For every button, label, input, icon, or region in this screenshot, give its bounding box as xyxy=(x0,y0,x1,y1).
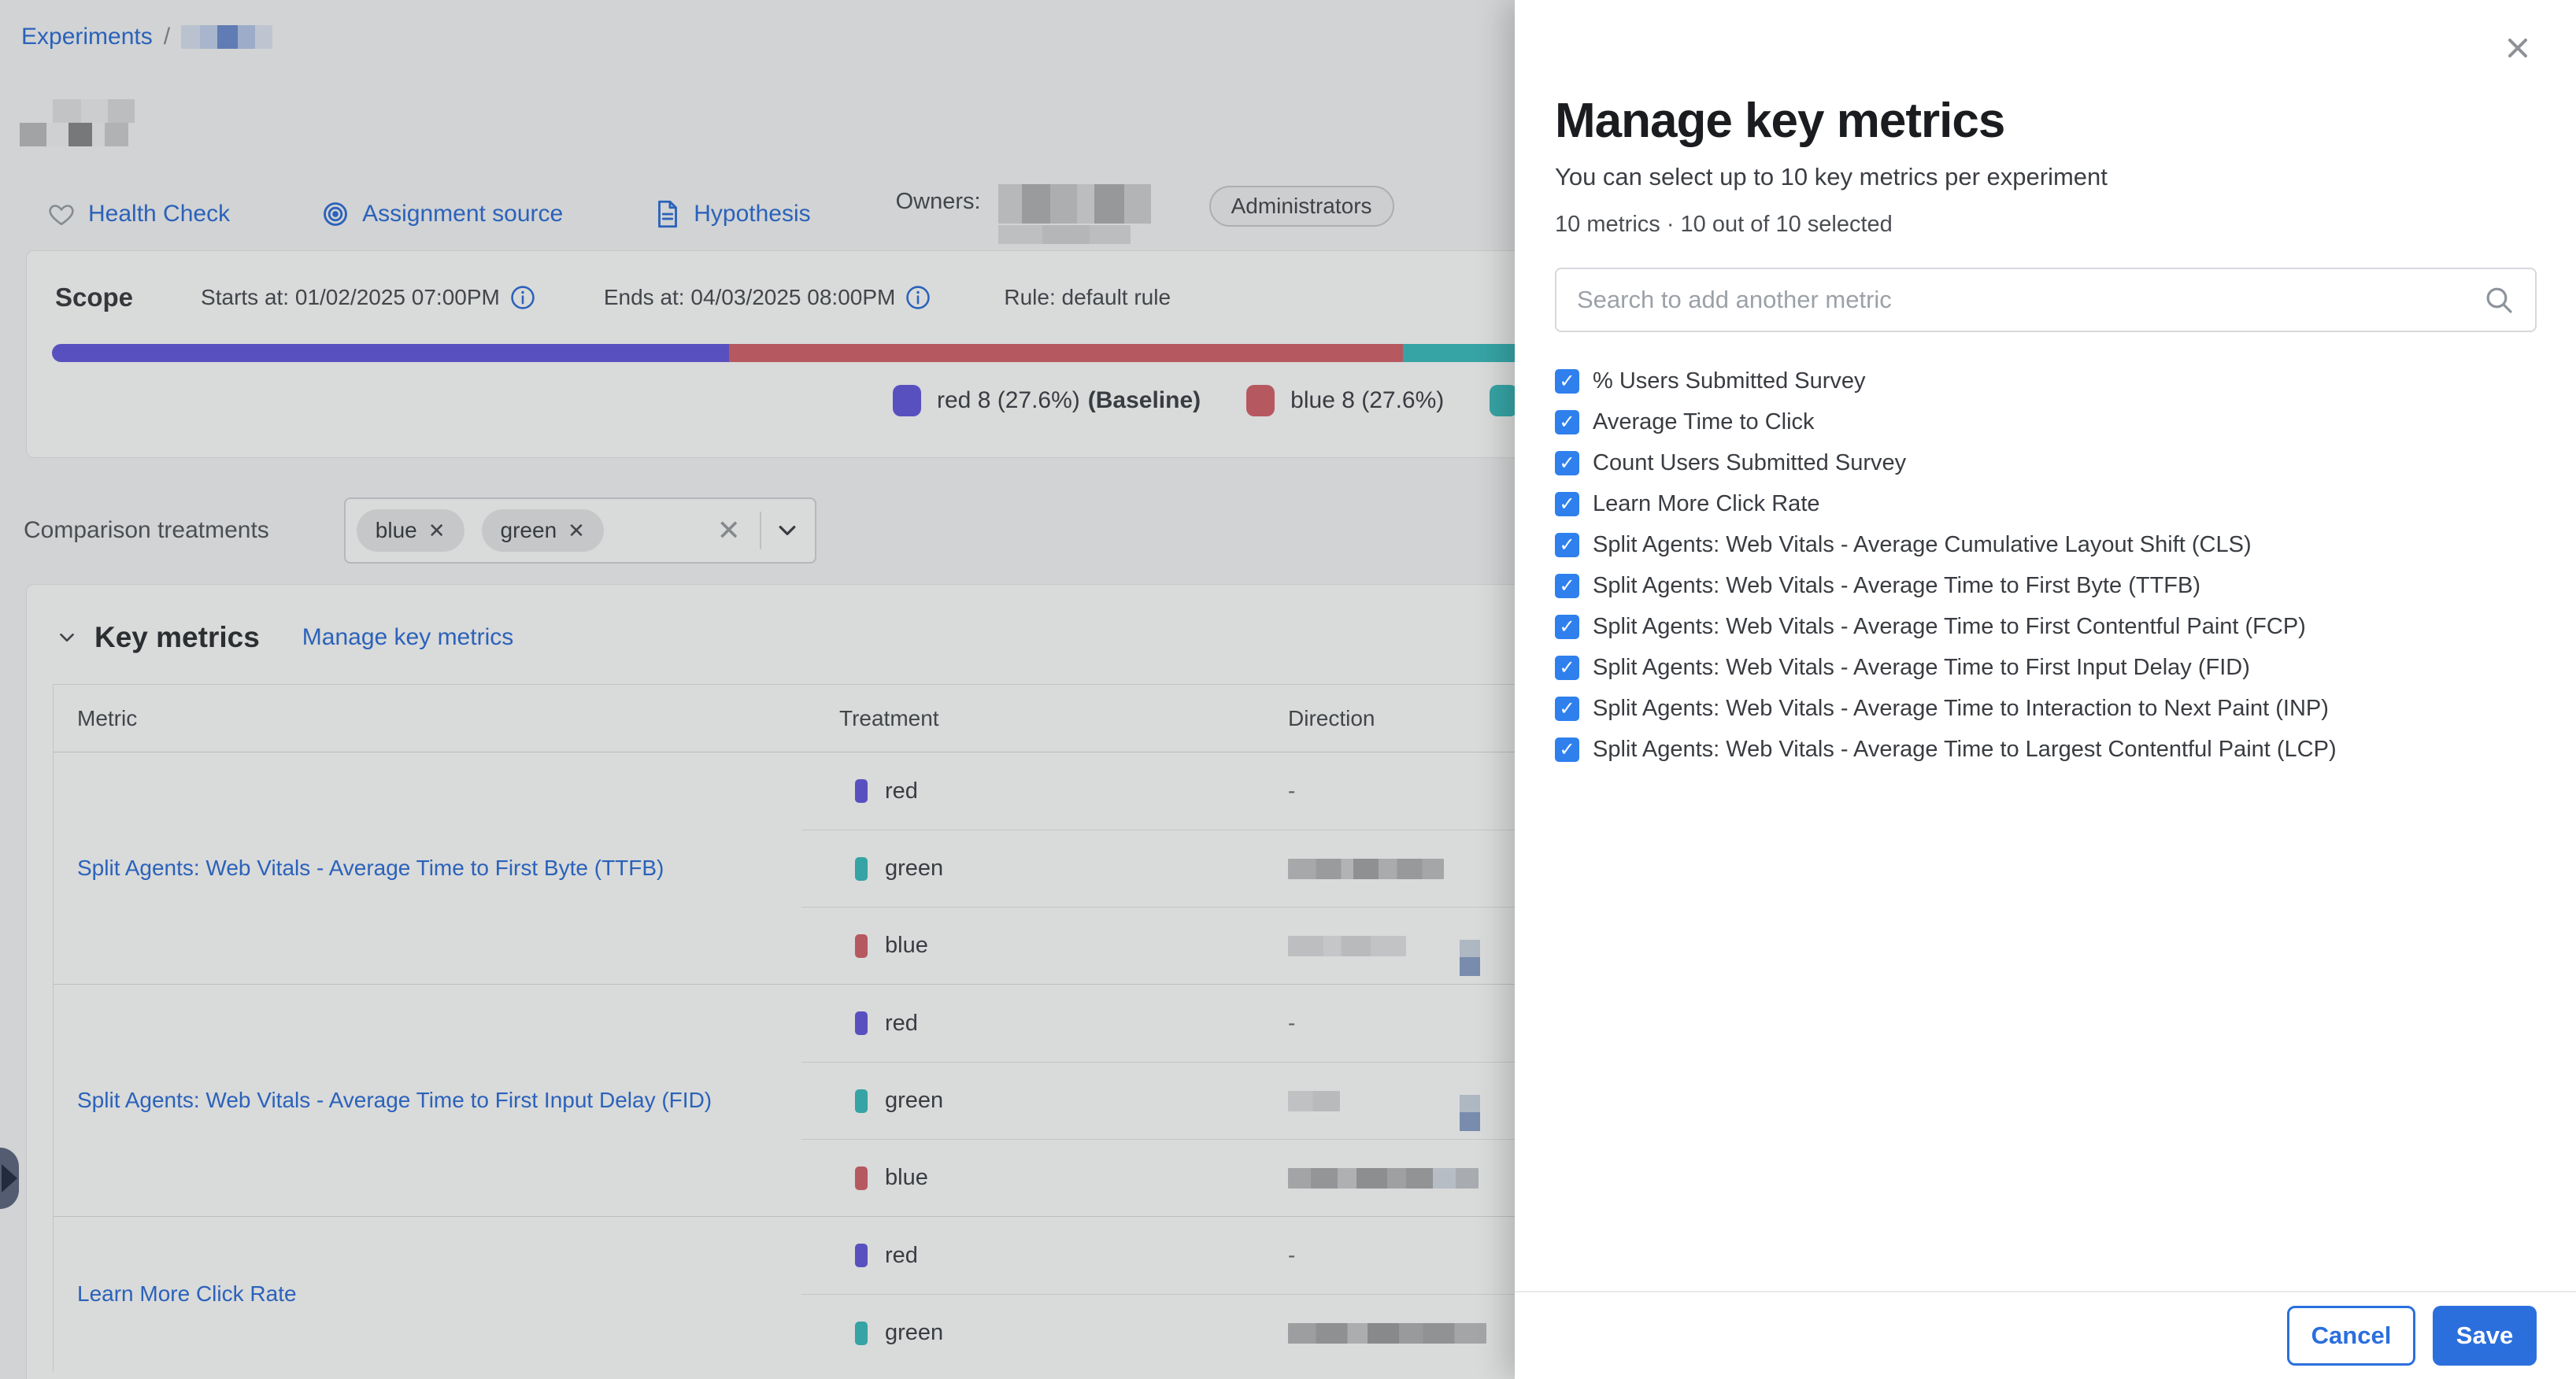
checkbox-checked[interactable]: ✓ xyxy=(1555,369,1579,394)
cancel-button[interactable]: Cancel xyxy=(2287,1306,2415,1366)
panel-title: Manage key metrics xyxy=(1555,93,2537,149)
panel-subtitle: You can select up to 10 key metrics per … xyxy=(1555,163,2537,191)
metric-option[interactable]: ✓% Users Submitted Survey xyxy=(1555,360,2537,401)
checkbox-checked[interactable]: ✓ xyxy=(1555,492,1579,516)
metric-option[interactable]: ✓Split Agents: Web Vitals - Average Time… xyxy=(1555,565,2537,606)
metric-option[interactable]: ✓Learn More Click Rate xyxy=(1555,483,2537,524)
checkbox-checked[interactable]: ✓ xyxy=(1555,533,1579,557)
metric-option[interactable]: ✓Split Agents: Web Vitals - Average Time… xyxy=(1555,647,2537,688)
checkbox-checked[interactable]: ✓ xyxy=(1555,656,1579,680)
panel-footer: Cancel Save xyxy=(1515,1291,2576,1379)
metrics-count: 10 metrics · 10 out of 10 selected xyxy=(1555,212,2537,238)
save-button[interactable]: Save xyxy=(2433,1306,2537,1366)
metric-option[interactable]: ✓Split Agents: Web Vitals - Average Time… xyxy=(1555,606,2537,647)
checkbox-checked[interactable]: ✓ xyxy=(1555,738,1579,762)
search-icon[interactable] xyxy=(2483,284,2515,316)
metric-search-box xyxy=(1555,268,2537,332)
checkbox-checked[interactable]: ✓ xyxy=(1555,697,1579,721)
close-icon[interactable] xyxy=(2500,31,2535,66)
checkbox-checked[interactable]: ✓ xyxy=(1555,410,1579,434)
metric-checkbox-list: ✓% Users Submitted Survey ✓Average Time … xyxy=(1555,360,2537,770)
manage-key-metrics-panel: Manage key metrics You can select up to … xyxy=(1515,0,2576,1379)
metric-option[interactable]: ✓Average Time to Click xyxy=(1555,401,2537,442)
metric-option[interactable]: ✓Split Agents: Web Vitals - Average Time… xyxy=(1555,688,2537,729)
metric-option[interactable]: ✓Split Agents: Web Vitals - Average Time… xyxy=(1555,729,2537,770)
metric-option[interactable]: ✓Split Agents: Web Vitals - Average Cumu… xyxy=(1555,524,2537,565)
metric-option[interactable]: ✓Count Users Submitted Survey xyxy=(1555,442,2537,483)
metric-search-input[interactable] xyxy=(1577,286,2483,314)
checkbox-checked[interactable]: ✓ xyxy=(1555,574,1579,598)
checkbox-checked[interactable]: ✓ xyxy=(1555,615,1579,639)
checkbox-checked[interactable]: ✓ xyxy=(1555,451,1579,475)
